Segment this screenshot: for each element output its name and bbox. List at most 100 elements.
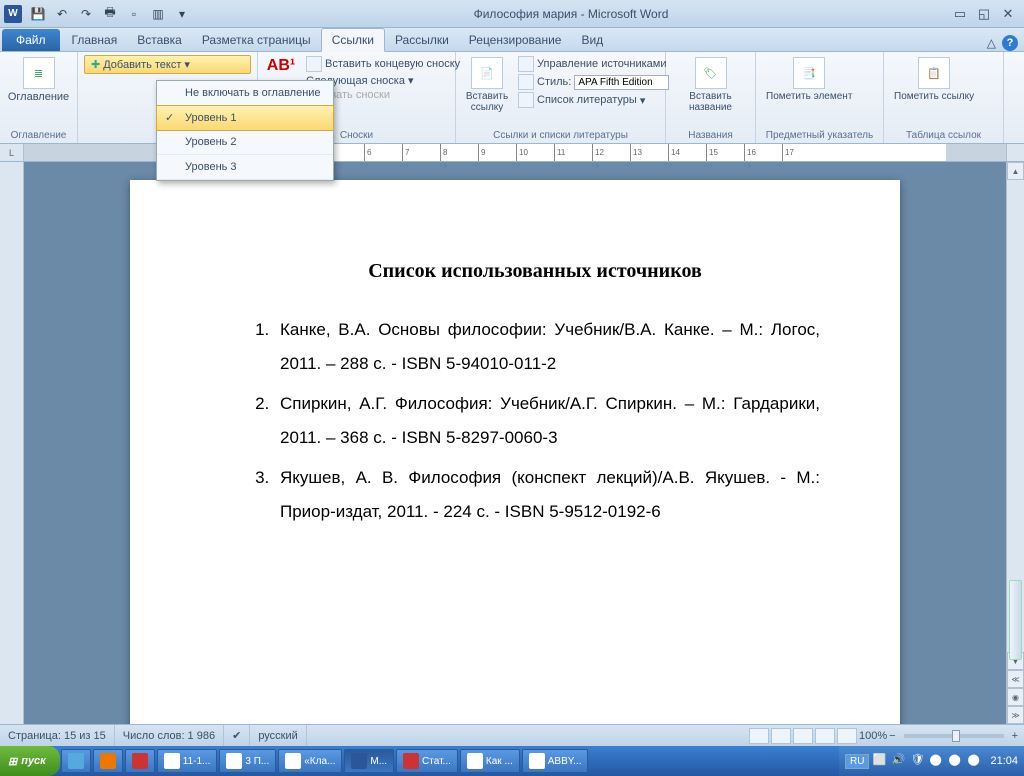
mark-entry-button[interactable]: 📑 Пометить элемент [762,55,856,104]
ruler-toggle[interactable] [1006,144,1024,161]
style-icon [518,74,534,90]
taskbar: ⊞ пуск 11-1... 3 П... «Кла... М... Стат.… [0,746,1024,776]
view-draft[interactable] [837,728,857,744]
qat-save-icon[interactable]: 💾 [27,3,49,25]
ruler-corner[interactable]: L [0,144,24,161]
next-page-icon[interactable]: ≫ [1007,706,1024,724]
qat-new-icon[interactable]: ▫ [123,3,145,25]
tab-mailings[interactable]: Рассылки [385,29,459,51]
tb-item-6[interactable]: Как ... [460,749,520,773]
quick-launch-1[interactable] [61,749,91,773]
view-full-screen[interactable] [771,728,791,744]
list-item[interactable]: Спиркин, А.Г. Философия: Учебник/А.Г. Сп… [274,387,820,455]
ab-icon: AB¹ [267,57,295,75]
tb-item-7[interactable]: ABBY... [522,749,589,773]
abbyy-icon [529,753,545,769]
menu-none[interactable]: Не включать в оглавление [157,81,333,106]
tray-icon[interactable]: ⬤ [929,753,945,769]
tray-icon[interactable]: 🛡 [910,753,926,769]
qat-more-icon[interactable]: ▾ [171,3,193,25]
menu-level-1[interactable]: ✓Уровень 1 [156,105,334,131]
clock[interactable]: 21:04 [990,755,1018,767]
opera-icon [403,753,419,769]
view-web[interactable] [793,728,813,744]
prev-page-icon[interactable]: ≪ [1007,670,1024,688]
group-toa-label: Таблица ссылок [890,128,997,141]
group-index-label: Предметный указатель [762,128,877,141]
file-tab[interactable]: Файл [2,29,60,51]
zoom-out-icon[interactable]: − [889,730,895,742]
tb-item-3[interactable]: «Кла... [278,749,342,773]
tab-insert[interactable]: Вставка [127,29,192,51]
qat-undo-icon[interactable]: ↶ [51,3,73,25]
tray-icon[interactable]: ⬤ [948,753,964,769]
browse-object-icon[interactable]: ◉ [1007,688,1024,706]
manage-icon [518,56,534,72]
zoom-slider[interactable] [904,734,1004,738]
add-text-button[interactable]: ✚ Добавить текст ▾ [84,55,251,74]
tray-icon[interactable]: ⬤ [967,753,983,769]
opera-icon [132,753,148,769]
status-language[interactable]: русский [250,725,306,746]
ribbon-collapse-icon[interactable]: △ [987,36,996,50]
insert-citation-button[interactable]: 📄 Вставить ссылку [462,55,512,115]
insert-endnote[interactable]: Вставить концевую сноску [304,55,462,73]
style-input[interactable] [574,75,669,90]
tab-review[interactable]: Рецензирование [459,29,572,51]
tray-icon[interactable]: 🔊 [891,753,907,769]
dropdown-arrow-icon: ▾ [184,58,190,71]
qat-redo-icon[interactable]: ↷ [75,3,97,25]
tab-layout[interactable]: Разметка страницы [192,29,321,51]
qat-print-icon[interactable]: 🖶 [99,3,121,25]
zoom-level[interactable]: 100% [859,730,887,742]
tab-home[interactable]: Главная [62,29,128,51]
manage-sources[interactable]: Управление источниками [516,55,671,73]
list-item[interactable]: Канке, В.А. Основы философии: Учебник/В.… [274,313,820,381]
system-tray: RU ⬜ 🔊 🛡 ⬤ ⬤ ⬤ 21:04 [839,746,1024,776]
minimize-button[interactable]: ▭ [948,5,972,23]
view-print-layout[interactable] [749,728,769,744]
tab-references[interactable]: Ссылки [321,28,385,52]
page: Список использованных источников Канке, … [130,180,900,724]
list-item[interactable]: Якушев, А. В. Философия (конспект лекций… [274,461,820,529]
vertical-ruler[interactable] [0,162,24,724]
insert-caption-button[interactable]: 🏷 Вставить название [672,55,749,115]
start-button[interactable]: ⊞ пуск [0,746,60,776]
tb-item-1[interactable]: 11-1... [157,749,218,773]
zoom-in-icon[interactable]: + [1012,730,1018,742]
view-outline[interactable] [815,728,835,744]
toc-button[interactable]: ≣ Оглавление [6,55,71,105]
qat-open-icon[interactable]: ▥ [147,3,169,25]
group-captions-label: Названия [672,128,749,141]
page-viewport[interactable]: Список использованных источников Канке, … [24,162,1006,724]
tb-item-2[interactable]: 3 П... [219,749,276,773]
bibliography-list[interactable]: Канке, В.А. Основы философии: Учебник/В.… [250,313,820,529]
mark-citation-button[interactable]: 📋 Пометить ссылку [890,55,978,104]
tray-icon[interactable]: ⬜ [872,753,888,769]
maximize-button[interactable]: ◱ [972,5,996,23]
vertical-scrollbar[interactable]: ▲ ▼ ≪ ◉ ≫ [1006,162,1024,724]
biblio-icon [518,92,534,108]
tab-view[interactable]: Вид [571,29,613,51]
scroll-thumb[interactable] [1009,580,1022,660]
doc-heading[interactable]: Список использованных источников [250,260,820,283]
add-text-label: Добавить текст [103,59,181,71]
bibliography[interactable]: Список литературы ▾ [516,91,671,109]
word-icon: W [4,5,22,23]
status-page[interactable]: Страница: 15 из 15 [0,725,115,746]
status-words[interactable]: Число слов: 1 986 [115,725,224,746]
status-proof[interactable]: ✔ [224,725,250,746]
tb-item-5[interactable]: Стат... [396,749,458,773]
word-icon [351,753,367,769]
tb-item-word[interactable]: М... [344,749,394,773]
menu-level-3[interactable]: Уровень 3 [157,155,333,180]
style-select[interactable]: Стиль: [516,73,671,91]
language-indicator[interactable]: RU [845,754,869,769]
help-icon[interactable]: ? [1002,35,1018,51]
scroll-up-icon[interactable]: ▲ [1007,162,1024,180]
menu-level-2[interactable]: Уровень 2 [157,130,333,155]
quick-launch-3[interactable] [125,749,155,773]
chrome-icon [467,753,483,769]
quick-launch-2[interactable] [93,749,123,773]
close-button[interactable]: ✕ [996,5,1020,23]
